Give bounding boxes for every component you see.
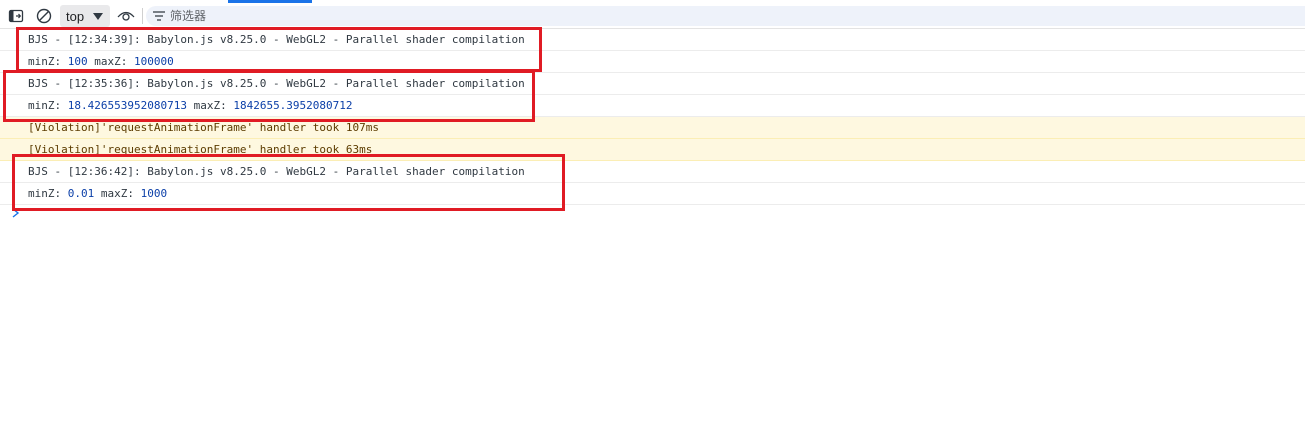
- clear-icon: [36, 8, 52, 24]
- toolbar-divider: [142, 8, 143, 24]
- context-selector[interactable]: top: [60, 5, 110, 27]
- clear-console-button[interactable]: [34, 6, 54, 26]
- sidebar-toggle-button[interactable]: [6, 6, 26, 26]
- filter-box[interactable]: [146, 6, 1305, 26]
- context-label: top: [66, 8, 85, 24]
- sidebar-icon: [8, 9, 24, 23]
- filter-icon: [152, 9, 166, 23]
- console-toolbar: top: [0, 3, 1305, 29]
- highlight-box-1: [16, 27, 542, 72]
- dropdown-arrow-icon: [93, 13, 103, 20]
- highlight-box-2: [3, 70, 535, 122]
- eye-icon: [117, 11, 135, 21]
- filter-input[interactable]: [170, 9, 770, 23]
- live-expression-button[interactable]: [116, 6, 136, 26]
- highlight-box-3: [12, 154, 565, 211]
